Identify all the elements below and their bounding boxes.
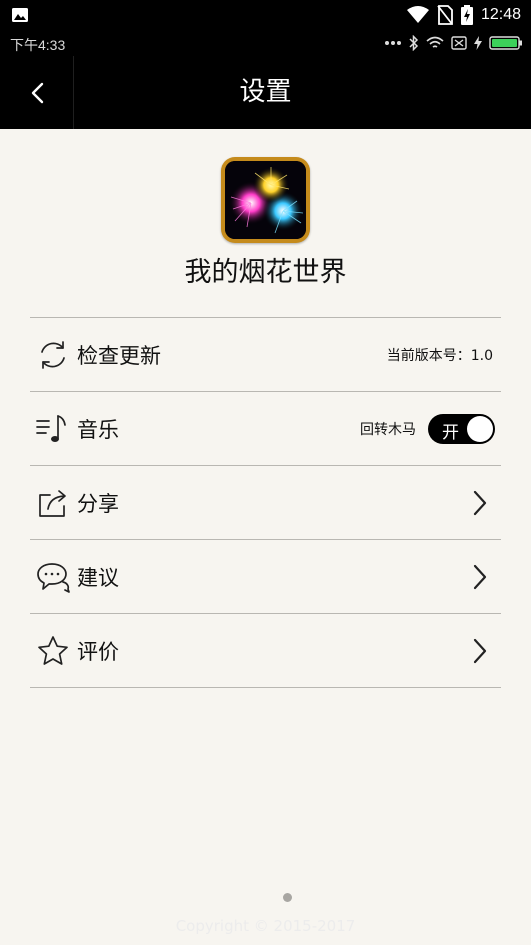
check-update-row[interactable]: 检查更新 当前版本号：1.0: [30, 318, 501, 392]
music-track-name: 回转木马: [360, 422, 416, 438]
rating-label: 评价: [77, 639, 119, 664]
music-toggle[interactable]: 开: [428, 414, 495, 444]
star-icon: [36, 634, 70, 668]
suggestion-label: 建议: [77, 565, 119, 590]
status-row: 下午4:33: [0, 30, 531, 56]
music-row: 音乐 回转木马 开: [30, 392, 501, 466]
system-clock: 12:48: [480, 6, 521, 23]
battery-charging-icon: [460, 5, 473, 25]
app-name: 我的烟花世界: [184, 257, 347, 288]
bluetooth-icon: [409, 35, 419, 51]
chat-icon: [36, 560, 70, 594]
no-sim-icon: [437, 5, 453, 25]
check-update-label: 检查更新: [77, 343, 161, 368]
copyright-text: Copyright © 2015-2017: [175, 917, 356, 935]
status-icons: [384, 34, 523, 52]
page-title: 设置: [239, 77, 292, 107]
system-status-icons: 12:48: [406, 4, 521, 26]
back-button[interactable]: [0, 56, 74, 129]
title-bar: 设置: [0, 56, 531, 129]
rating-row[interactable]: 评价: [30, 614, 501, 688]
toggle-knob: [467, 416, 493, 442]
share-icon: [36, 486, 70, 520]
suggestion-row[interactable]: 建议: [30, 540, 501, 614]
toggle-state-label: 开: [442, 423, 459, 443]
system-status-bar: 12:48: [0, 0, 531, 30]
battery-icon: [489, 36, 522, 50]
music-label: 音乐: [77, 417, 119, 442]
charging-icon: [474, 36, 482, 50]
version-text: 当前版本号：1.0: [386, 348, 493, 364]
page-indicator-dot: [283, 893, 292, 902]
sim-off-icon: [451, 36, 467, 50]
back-chevron-icon: [31, 82, 43, 103]
wifi-icon: [426, 36, 444, 48]
chevron-right-icon: [473, 564, 487, 590]
fireworks-app-icon: [221, 157, 310, 243]
share-row[interactable]: 分享: [30, 466, 501, 540]
image-icon: [12, 8, 28, 22]
refresh-icon: [36, 338, 70, 372]
chevron-right-icon: [473, 638, 487, 664]
status-time: 下午4:33: [10, 37, 66, 53]
chevron-right-icon: [473, 490, 487, 516]
wifi-icon: [406, 6, 429, 23]
settings-list: 检查更新 当前版本号：1.0 音乐 回转木马 开 分享 建议 评价: [30, 317, 501, 688]
share-label: 分享: [77, 491, 119, 516]
more-dots-icon: [385, 41, 401, 45]
music-icon: [36, 412, 70, 446]
